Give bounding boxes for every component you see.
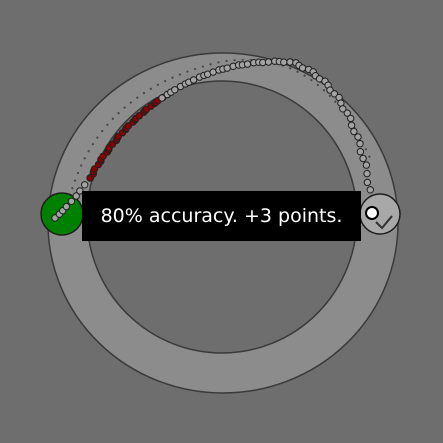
trace-dot	[81, 181, 89, 189]
trace-dot	[363, 169, 371, 178]
trace-dot	[243, 60, 252, 68]
trace-dot	[347, 114, 355, 123]
trace-dot	[223, 64, 231, 72]
trace-dot	[298, 64, 307, 72]
trace-dot	[280, 58, 288, 66]
trace-dot	[189, 76, 198, 84]
trace-dot	[363, 178, 372, 187]
trace-dot	[356, 140, 364, 148]
trace-dot	[286, 58, 294, 66]
trace-dot	[264, 58, 273, 66]
trace-dot	[362, 161, 371, 169]
game-stage: 80% accuracy. +3 points.	[0, 0, 443, 443]
trace-dot	[366, 186, 374, 194]
trace-dot	[67, 197, 76, 206]
cursor-dot-icon	[365, 206, 379, 220]
end-target[interactable]	[359, 193, 401, 235]
trace-dot	[359, 154, 367, 163]
trace-dot	[62, 202, 71, 211]
trace-dot	[354, 133, 362, 141]
trace-dot	[356, 148, 365, 156]
trace-dot	[347, 121, 356, 130]
accuracy-feedback-banner: 80% accuracy. +3 points.	[82, 191, 361, 241]
